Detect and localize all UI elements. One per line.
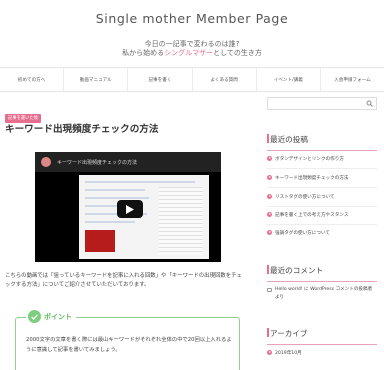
video-thumbnail (79, 175, 209, 259)
recent-post-link[interactable]: リストタグの使い方について (275, 195, 335, 200)
point-label-text: ポイント (44, 312, 72, 321)
nav-item-application-form[interactable]: 入会申請フォーム (321, 68, 384, 91)
comment-icon (267, 287, 272, 292)
archive-heading: アーカイブ (267, 328, 377, 345)
search-input[interactable] (267, 97, 377, 110)
tagline-sub: 私から始めるシングルマザーとしての生き方 (0, 48, 384, 58)
recent-post-item[interactable]: 記事を書く上での考え方やスタンス (267, 212, 377, 218)
recent-post-item[interactable]: リストタグの使い方について (267, 194, 377, 200)
nav-item-faq[interactable]: よくある質問 (193, 68, 257, 91)
point-label: ポイント (26, 310, 76, 323)
check-icon (28, 310, 41, 323)
post-body: こちらの動画では「狙っているキーワードを記事に入れる回数」や「キーワードの出現回… (5, 273, 242, 288)
recent-post-link[interactable]: キーワード出現頻度チェックの方法 (275, 176, 349, 181)
recent-post-item[interactable]: ボタンデザインとリンクの作り方 (267, 156, 377, 162)
arrow-icon (267, 156, 272, 161)
nav-item-events[interactable]: イベント/講義 (257, 68, 321, 91)
main-content: 記事を書いた後 キーワード出現頻度チェックの方法 キーワード出現頻度チェックの方… (5, 104, 247, 370)
archive-link[interactable]: 2019年10月 (275, 351, 302, 356)
recent-post-item[interactable]: キーワード出現頻度チェックの方法 (267, 175, 377, 181)
arrow-icon (267, 175, 272, 180)
recent-comments-heading: 最近のコメント (267, 265, 377, 282)
point-text: 2000文字の文章を書く際には最山キーワードがそれぞれ全体の中で20回以上入れる… (26, 337, 232, 353)
channel-avatar[interactable] (41, 157, 51, 167)
video-title[interactable]: キーワード出現頻度チェックの方法 (57, 159, 137, 166)
archive-item[interactable]: 2019年10月 (267, 350, 377, 356)
arrow-icon (267, 212, 272, 217)
play-icon (126, 204, 134, 214)
point-box: ポイント 2000文字の文章を書く際には最山キーワードがそれぞれ全体の中で20回… (15, 310, 240, 370)
recent-post-link[interactable]: 記事を書く上での考え方やスタンス (275, 213, 348, 218)
video-player[interactable]: キーワード出現頻度チェックの方法 (35, 152, 221, 262)
search-icon[interactable] (366, 100, 373, 107)
recent-posts-heading: 最近の投稿 (267, 134, 377, 151)
tagline-highlight: シングルマザー (164, 49, 214, 57)
arrow-icon (267, 194, 272, 199)
recent-post-item[interactable]: 強調タグの使い方について (267, 230, 377, 236)
site-title[interactable]: Single mother Member Page (0, 11, 384, 26)
recent-comment-item[interactable]: Hello world! に WordPress コメントの投稿者 より (267, 286, 377, 302)
nav-item-video-manual[interactable]: 動画マニュアル (64, 68, 129, 91)
nav-item-write-article[interactable]: 記事を書く (128, 68, 193, 91)
recent-post-link[interactable]: ボタンデザインとリンクの作り方 (275, 157, 344, 162)
recent-post-link[interactable]: 強調タグの使い方について (275, 231, 330, 236)
post-title: キーワード出現頻度チェックの方法 (5, 124, 159, 135)
arrow-icon (267, 230, 272, 235)
tagline-pre: 私から始める (122, 49, 165, 57)
global-nav: 初めての方へ 動画マニュアル 記事を書く よくある質問 イベント/講義 入会申請… (0, 67, 384, 92)
play-button[interactable] (117, 200, 143, 218)
tagline-post: としての生き方 (213, 49, 262, 57)
arrow-icon (267, 350, 272, 355)
recent-comment-text[interactable]: Hello world! に WordPress コメントの投稿者 より (275, 287, 372, 300)
nav-item-beginners[interactable]: 初めての方へ (0, 68, 65, 91)
